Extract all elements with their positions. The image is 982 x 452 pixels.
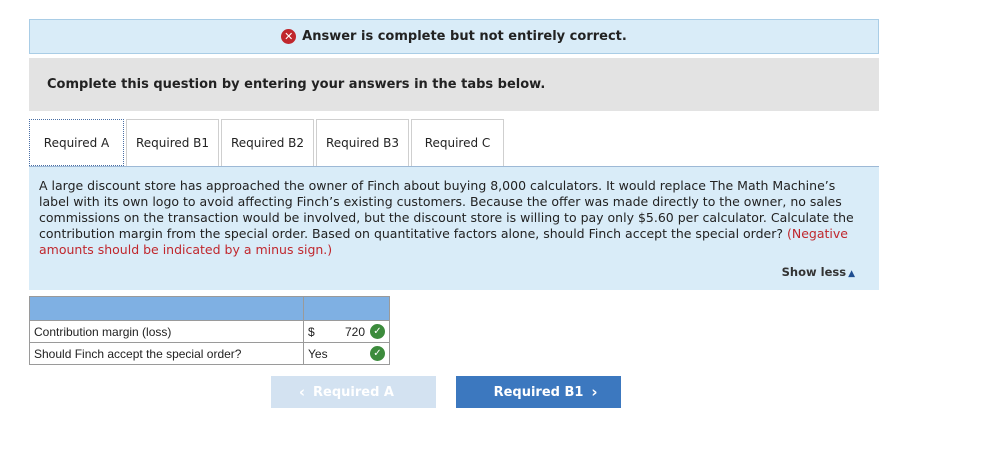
instructions-bar: Complete this question by entering your … (29, 58, 879, 111)
triangle-up-icon: ▲ (848, 269, 855, 279)
chevron-right-icon: › (591, 383, 598, 401)
table-row: Should Finch accept the special order? Y… (29, 342, 390, 365)
check-circle-icon: ✓ (370, 324, 385, 339)
tab-required-b3[interactable]: Required B3 (316, 119, 409, 166)
tab-label: Required B2 (230, 136, 305, 150)
tab-bar: Required A Required B1 Required B2 Requi… (29, 119, 506, 166)
tab-label: Required B1 (135, 136, 210, 150)
show-less-label: Show less (781, 265, 847, 279)
next-required-button[interactable]: ‹ Required B1 › (456, 376, 621, 408)
tab-required-c[interactable]: Required C (411, 119, 504, 166)
chevron-left-icon: ‹ (298, 383, 306, 401)
answer-table: Contribution margin (loss) $ 720 ✓ Shoul… (29, 296, 390, 365)
currency-symbol: $ (308, 324, 315, 339)
show-less-toggle[interactable]: Show less ▲ (782, 264, 855, 282)
table-header-cell (29, 296, 304, 321)
accept-order-select[interactable]: Yes ✓ (303, 342, 390, 365)
table-header-cell (303, 296, 390, 321)
tab-required-b1[interactable]: Required B1 (126, 119, 219, 166)
x-circle-icon: ✕ (281, 29, 297, 44)
contribution-margin-input[interactable]: $ 720 ✓ (303, 320, 390, 343)
row-label: Should Finch accept the special order? (29, 342, 304, 365)
answer-value: Yes (308, 346, 328, 361)
answer-value: 720 (344, 324, 365, 339)
tab-label: Required A (43, 135, 110, 150)
prev-required-button: ‹ Required A › (271, 376, 436, 408)
feedback-text: Answer is complete but not entirely corr… (302, 29, 627, 44)
tab-label: Required B3 (325, 136, 400, 150)
prev-button-label: Required A (313, 384, 394, 400)
instructions-text: Complete this question by entering your … (47, 77, 546, 92)
check-circle-icon: ✓ (370, 346, 385, 361)
tab-label: Required C (424, 136, 491, 150)
table-row: Contribution margin (loss) $ 720 ✓ (29, 320, 390, 343)
question-text: A large discount store has approached th… (39, 178, 854, 241)
row-label: Contribution margin (loss) (29, 320, 304, 343)
table-header-row (29, 296, 390, 321)
feedback-banner: ✕ Answer is complete but not entirely co… (29, 19, 879, 54)
next-button-label: Required B1 (493, 384, 584, 400)
question-panel: A large discount store has approached th… (29, 167, 879, 290)
tab-required-a[interactable]: Required A (29, 119, 124, 166)
tab-required-b2[interactable]: Required B2 (221, 119, 314, 166)
